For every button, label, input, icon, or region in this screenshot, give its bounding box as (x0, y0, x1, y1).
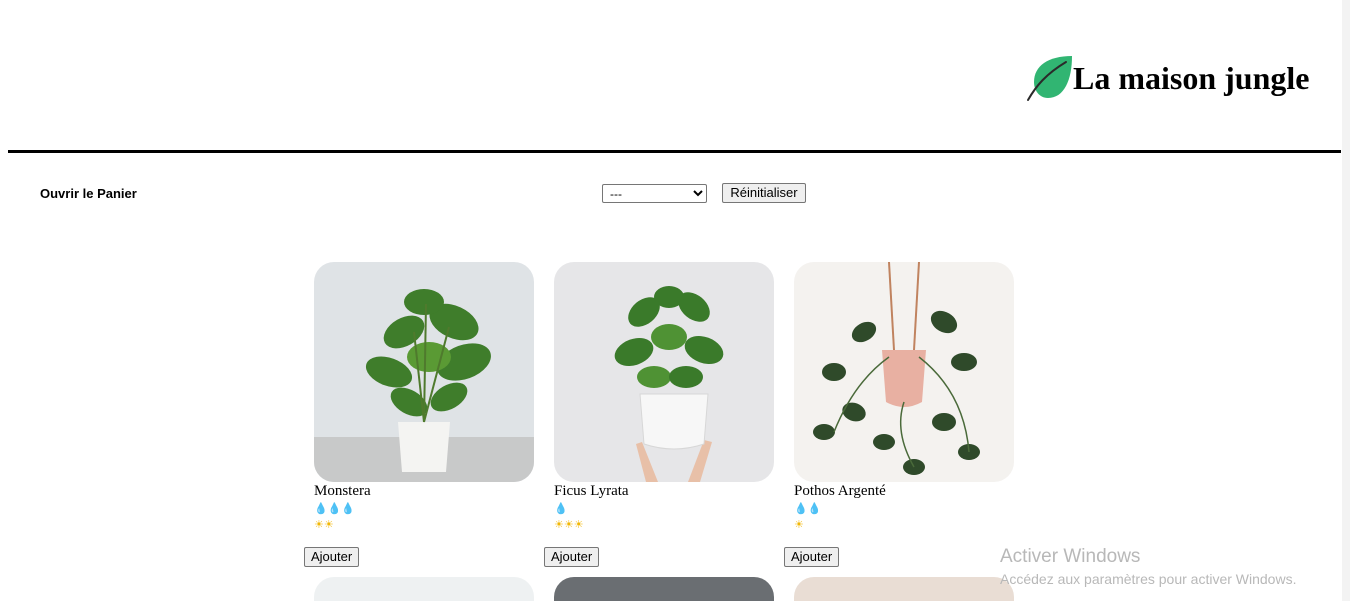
activation-watermark-subtitle: Accédez aux paramètres pour activer Wind… (1000, 571, 1297, 587)
water-icon: 💧💧 (794, 503, 822, 515)
plant-card-image-partial (554, 577, 774, 601)
add-to-cart-button[interactable]: Ajouter (784, 547, 840, 567)
reset-button[interactable]: Réinitialiser (722, 183, 806, 203)
category-select[interactable]: --- (602, 184, 707, 203)
plant-card-image-partial (794, 577, 1014, 601)
pothos-image (794, 262, 1014, 482)
page-scrollbar[interactable] (1342, 0, 1350, 601)
banner: La maison jungle (0, 0, 1342, 150)
activation-watermark-title: Activer Windows (1000, 546, 1141, 567)
monstera-image (314, 262, 534, 482)
header-divider (8, 150, 1341, 153)
add-to-cart-button[interactable]: Ajouter (544, 547, 600, 567)
plant-name: Monstera (314, 483, 371, 499)
sun-icon: ☀☀ (314, 519, 334, 531)
add-to-cart-button[interactable]: Ajouter (304, 547, 360, 567)
leaf-icon (1027, 56, 1072, 101)
open-cart-button[interactable]: Ouvrir le Panier (40, 186, 137, 202)
plant-name: Ficus Lyrata (554, 483, 629, 499)
plant-name: Pothos Argenté (794, 483, 886, 499)
site-title: La maison jungle (1073, 60, 1310, 96)
sun-icon: ☀☀☀ (554, 519, 584, 531)
plant-card-image-partial (314, 577, 534, 601)
water-icon: 💧 (554, 503, 568, 515)
sun-icon: ☀ (794, 519, 804, 531)
ficus-image (554, 262, 774, 482)
water-icon: 💧💧💧 (314, 503, 356, 515)
